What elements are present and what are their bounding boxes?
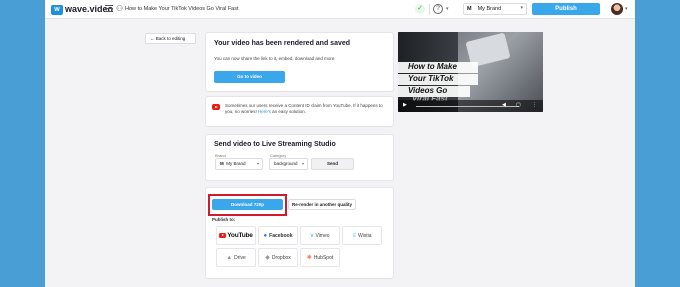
chevron-down-icon: ▾	[256, 161, 259, 166]
publish-hubspot[interactable]: ✱ HubSpot	[300, 248, 340, 267]
video-title-line: Your TikTok	[408, 74, 454, 83]
hamburger-menu-icon[interactable]	[105, 5, 113, 13]
play-icon[interactable]: ▶	[403, 102, 407, 108]
brand-value: My Brand	[226, 161, 246, 166]
wistia-icon: ≡	[352, 232, 356, 239]
video-preview[interactable]: How to Make Your TikTok Videos Go Viral …	[398, 32, 543, 112]
content-id-notice: Sometimes our users receive a Content ID…	[205, 96, 394, 127]
vimeo-icon: v	[310, 232, 314, 239]
download-button[interactable]: Download 720p	[212, 199, 283, 210]
rendered-title: Your video has been rendered and saved	[214, 40, 351, 47]
back-to-editing-button[interactable]: ← Back to editing	[145, 33, 196, 44]
project-title[interactable]: How to Make Your TikTok Videos Go Viral …	[125, 5, 239, 14]
fullscreen-icon[interactable]: ▢	[516, 102, 521, 108]
chevron-down-icon[interactable]: ▾	[446, 5, 449, 13]
top-bar: w wave.video ⚇ How to Make Your TikTok V…	[45, 0, 635, 19]
rendered-card: Your video has been rendered and saved Y…	[205, 32, 394, 92]
publish-button[interactable]: Publish	[532, 3, 600, 15]
publish-facebook[interactable]: ● Facebook	[258, 226, 298, 245]
brand-name: My Brand	[477, 6, 502, 12]
chevron-down-icon: ▾	[520, 5, 523, 11]
publish-wistia[interactable]: ≡ Wistia	[342, 226, 382, 245]
category-select[interactable]: background ▾	[269, 158, 308, 170]
volume-icon[interactable]: ◀	[502, 102, 506, 108]
facebook-icon: ●	[263, 232, 268, 239]
logo[interactable]: w wave.video	[51, 4, 113, 15]
brand-select[interactable]: M My Brand ▾	[463, 3, 527, 15]
publish-vimeo[interactable]: v Vimeo	[300, 226, 340, 245]
publish-drive[interactable]: ▲ Drive	[216, 248, 256, 267]
more-options-icon[interactable]: ⋮	[532, 102, 537, 108]
dropbox-icon: ◆	[265, 254, 270, 261]
brand-initial: M	[467, 6, 472, 12]
team-icon[interactable]: ⚇	[116, 4, 123, 14]
brand-initial: M	[220, 161, 224, 166]
download-card: Download 720p Re-render in another quali…	[205, 187, 394, 279]
video-title-line: How to Make	[408, 62, 457, 71]
category-value: background	[274, 161, 298, 166]
publish-youtube[interactable]: YouTube	[216, 226, 256, 245]
go-to-video-button[interactable]: Go to video	[214, 71, 285, 83]
rendered-description: You can now share the link to it, embed,…	[214, 56, 336, 61]
publish-to-label: Publish to:	[212, 217, 236, 222]
notice-text: Sometimes our users receive a Content ID…	[225, 103, 383, 114]
rerender-button[interactable]: Re-render in another quality	[288, 199, 356, 210]
drive-icon: ▲	[226, 254, 233, 261]
chevron-down-icon: ▾	[301, 161, 304, 166]
wave-logo-icon: w	[51, 4, 63, 15]
help-icon[interactable]: ?	[433, 4, 443, 14]
chevron-down-icon[interactable]: ▾	[625, 6, 628, 12]
publish-dropbox[interactable]: ◆ Dropbox	[258, 248, 298, 267]
divider	[429, 4, 430, 15]
video-controls: ▶ ◀ ▢ ⋮	[398, 100, 543, 112]
send-button[interactable]: Send	[311, 158, 354, 170]
live-streaming-title: Send video to Live Streaming Studio	[214, 141, 336, 148]
saved-check-icon: ✓	[415, 4, 425, 14]
hubspot-icon: ✱	[306, 254, 312, 261]
youtube-icon: YouTube	[219, 232, 253, 239]
live-streaming-card: Send video to Live Streaming Studio Bran…	[205, 134, 394, 181]
youtube-icon	[212, 104, 220, 110]
avatar[interactable]	[611, 3, 623, 15]
live-brand-select[interactable]: M My Brand ▾	[215, 158, 263, 170]
notice-link[interactable]: Here's	[258, 109, 271, 114]
